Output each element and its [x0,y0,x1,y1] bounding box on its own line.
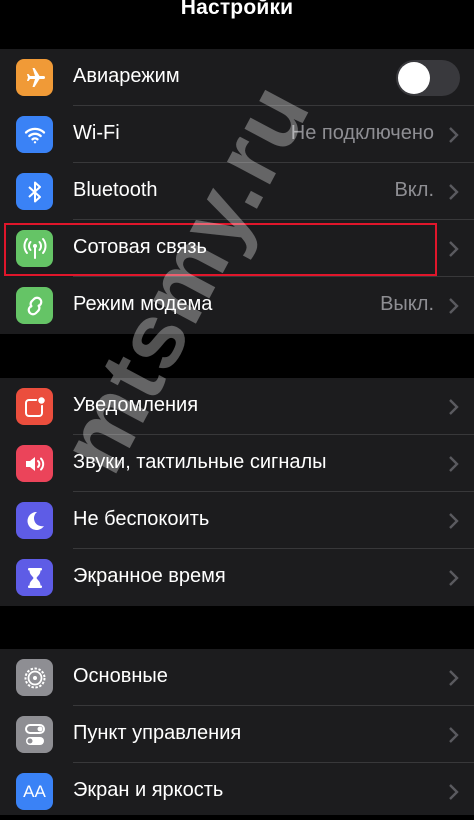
toggle-knob [398,62,430,94]
bluetooth-icon [16,173,53,210]
screen-time-label: Экранное время [73,565,226,587]
chevron-right-icon [449,399,459,415]
chevron-right-icon [449,784,459,800]
settings-row-airplane-mode[interactable]: Авиарежим [0,49,474,106]
control-center-icon [16,716,53,753]
settings-row-notifications[interactable]: Уведомления [0,378,474,435]
settings-row-screen-time[interactable]: Экранное время [0,549,474,606]
settings-row-bluetooth[interactable]: Bluetooth Вкл. [0,163,474,220]
display-brightness-label: Экран и яркость [73,779,224,801]
chevron-right-icon [449,456,459,472]
chevron-right-icon [449,184,459,200]
chevron-right-icon [449,727,459,743]
bluetooth-status: Вкл. [394,179,434,201]
settings-row-control-center[interactable]: Пункт управления [0,706,474,763]
settings-row-general[interactable]: Основные [0,649,474,706]
chevron-right-icon [449,298,459,314]
moon-icon [16,502,53,539]
cellular-label: Сотовая связь [73,236,207,258]
bluetooth-label: Bluetooth [73,179,158,201]
airplane-mode-toggle[interactable] [396,60,460,96]
notifications-label: Уведомления [73,394,199,416]
page-title: Настройки [180,0,294,19]
settings-row-do-not-disturb[interactable]: Не беспокоить [0,492,474,549]
hourglass-icon [16,559,53,596]
wifi-icon [16,116,53,153]
settings-row-cellular[interactable]: Сотовая связь [0,220,474,277]
notifications-icon [16,388,53,425]
gear-icon [16,659,53,696]
wifi-label: Wi-Fi [73,122,120,144]
general-label: Основные [73,665,168,687]
chevron-right-icon [449,513,459,529]
sounds-haptics-label: Звуки, тактильные сигналы [73,451,327,473]
chevron-right-icon [449,670,459,686]
settings-row-display-brightness[interactable]: AA Экран и яркость [0,763,474,820]
chevron-right-icon [449,570,459,586]
do-not-disturb-label: Не беспокоить [73,508,210,530]
settings-group-general: Основные Пункт управления AA Экран и ярк… [0,649,474,815]
settings-row-sounds-haptics[interactable]: Звуки, тактильные сигналы [0,435,474,492]
display-brightness-icon: AA [16,773,53,810]
settings-group-connectivity: Авиарежим Wi-Fi Не подключено Bluetooth … [0,49,474,334]
navigation-bar: Настройки [0,0,474,36]
cellular-antenna-icon [16,230,53,267]
settings-row-wifi[interactable]: Wi-Fi Не подключено [0,106,474,163]
settings-group-notifications: Уведомления Звуки, тактильные сигналы Не… [0,378,474,606]
settings-row-personal-hotspot[interactable]: Режим модема Выкл. [0,277,474,334]
chevron-right-icon [449,127,459,143]
chevron-right-icon [449,241,459,257]
wifi-status: Не подключено [290,122,434,144]
airplane-icon [16,59,53,96]
control-center-label: Пункт управления [73,722,242,744]
speaker-icon [16,445,53,482]
airplane-mode-label: Авиарежим [73,65,180,87]
display-brightness-icon-text: AA [23,781,46,801]
personal-hotspot-status: Выкл. [380,293,434,315]
personal-hotspot-icon [16,287,53,324]
personal-hotspot-label: Режим модема [73,293,213,315]
